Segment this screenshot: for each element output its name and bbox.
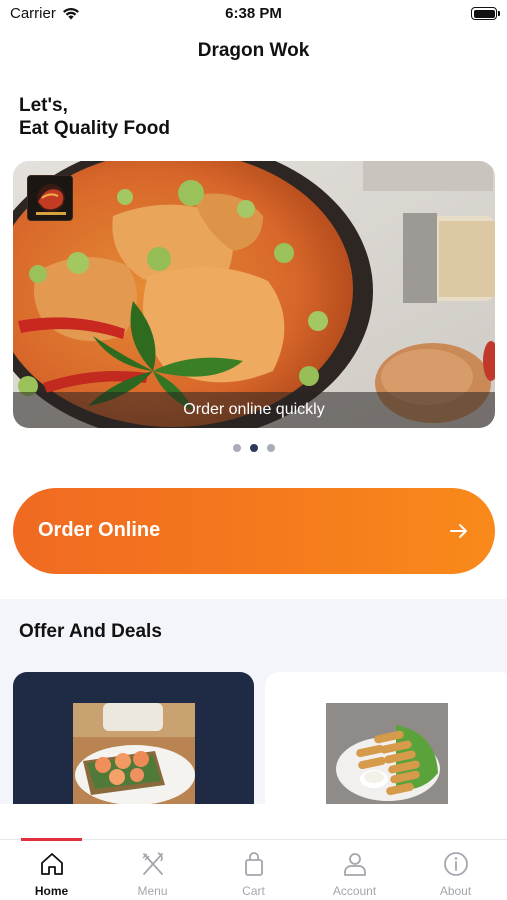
carousel-dot-active[interactable] [249,444,258,452]
carousel-caption: Order online quickly [183,401,325,418]
promo-carousel[interactable]: Order online quickly [13,161,495,428]
offers-heading: Offer And Deals [19,621,162,642]
greeting-heading: Let's, Eat Quality Food [19,94,170,140]
tab-account-label: Account [332,884,377,898]
tab-about[interactable]: About [405,840,506,900]
fork-knife-icon [142,852,163,875]
carousel-pagination[interactable] [0,444,507,452]
shrimp-toast-image [73,703,195,804]
tab-account[interactable]: Account [304,840,405,900]
shopping-bag-icon [244,852,263,876]
info-icon [443,852,468,876]
curry-dish-image [13,161,495,428]
offers-section: Offer And Deals [0,599,507,804]
greeting-line-2: Eat Quality Food [19,118,170,139]
tab-home[interactable]: Home [1,840,102,900]
tab-bar: Home Menu Cart Account About [0,838,507,900]
user-icon [343,853,366,876]
spring-rolls-image [326,703,448,804]
restaurant-logo [27,175,73,221]
home-icon [40,853,63,875]
status-bar: Carrier 6:38 PM [0,0,507,30]
offer-card-2[interactable] [265,672,507,804]
tab-menu[interactable]: Menu [102,840,203,900]
arrow-right-icon [450,524,467,538]
page-title: Dragon Wok [197,40,310,61]
carousel-dot[interactable] [232,444,241,452]
offer-card-1[interactable] [13,672,254,804]
order-online-button[interactable]: Order Online [13,488,495,574]
greeting-line-1: Let's, [19,95,68,116]
battery-icon [471,7,500,20]
status-time: 6:38 PM [225,5,282,22]
tab-cart[interactable]: Cart [203,840,304,900]
tab-home-label: Home [34,884,69,898]
tab-cart-label: Cart [242,884,265,898]
order-online-label: Order Online [38,519,161,541]
carousel-dot[interactable] [266,444,275,452]
tab-about-label: About [439,884,472,898]
tab-menu-label: Menu [137,884,168,898]
app-screen: Carrier 6:38 PM Dragon Wok Let's, Eat Qu… [0,0,507,900]
